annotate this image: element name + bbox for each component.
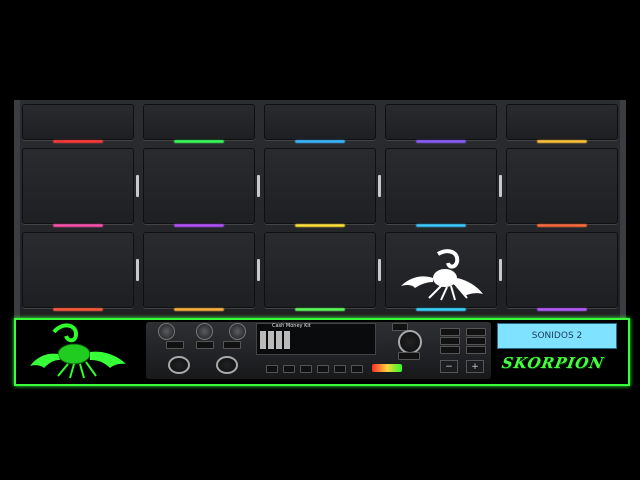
pad-2[interactable] bbox=[143, 104, 255, 143]
console-button-3[interactable] bbox=[223, 341, 241, 349]
pad-6[interactable] bbox=[22, 148, 139, 227]
enter-button[interactable] bbox=[398, 352, 420, 360]
green-scorpion-icon bbox=[30, 323, 126, 379]
volume-knob-1[interactable] bbox=[158, 323, 175, 340]
pad-3[interactable] bbox=[264, 104, 376, 143]
side-button-2[interactable] bbox=[466, 328, 486, 336]
pad-grid-preview bbox=[260, 331, 290, 349]
jog-wheel-left[interactable] bbox=[168, 356, 190, 374]
console-button-1[interactable] bbox=[166, 341, 184, 349]
volume-knob-2[interactable] bbox=[196, 323, 213, 340]
jog-wheel-right[interactable] bbox=[216, 356, 238, 374]
pad-11[interactable] bbox=[22, 232, 139, 311]
volume-knob-3[interactable] bbox=[229, 323, 246, 340]
brand-label: SKORPION bbox=[500, 354, 606, 372]
sound-bank-display[interactable]: SONIDOS 2 bbox=[497, 323, 617, 349]
function-button-6[interactable] bbox=[351, 365, 363, 373]
pad-1[interactable] bbox=[22, 104, 134, 143]
pad-4[interactable] bbox=[385, 104, 497, 143]
pad-5[interactable] bbox=[506, 104, 618, 143]
function-button-5[interactable] bbox=[334, 365, 346, 373]
pad-12[interactable] bbox=[143, 232, 260, 311]
pad-7[interactable] bbox=[143, 148, 260, 227]
side-button-6[interactable] bbox=[466, 346, 486, 354]
logo-sticker bbox=[372, 364, 402, 372]
kit-name-label: Cash Money Kit bbox=[272, 323, 311, 329]
pad-9[interactable] bbox=[385, 148, 502, 227]
sound-bank-label: SONIDOS 2 bbox=[531, 331, 583, 341]
pad-8[interactable] bbox=[264, 148, 381, 227]
pad-14[interactable] bbox=[385, 232, 502, 311]
function-button-3[interactable] bbox=[300, 365, 312, 373]
function-button-4[interactable] bbox=[317, 365, 329, 373]
plus-button[interactable]: + bbox=[466, 360, 484, 373]
pad-13[interactable] bbox=[264, 232, 381, 311]
function-button-2[interactable] bbox=[283, 365, 295, 373]
side-button-1[interactable] bbox=[440, 328, 460, 336]
minus-button[interactable]: − bbox=[440, 360, 458, 373]
side-button-3[interactable] bbox=[440, 337, 460, 345]
side-button-5[interactable] bbox=[440, 346, 460, 354]
pad-15[interactable] bbox=[506, 232, 618, 311]
console-button-2[interactable] bbox=[196, 341, 214, 349]
white-scorpion-icon bbox=[401, 249, 483, 301]
pad-10[interactable] bbox=[506, 148, 618, 227]
value-dial[interactable] bbox=[398, 330, 422, 354]
side-button-4[interactable] bbox=[466, 337, 486, 345]
function-button-1[interactable] bbox=[266, 365, 278, 373]
